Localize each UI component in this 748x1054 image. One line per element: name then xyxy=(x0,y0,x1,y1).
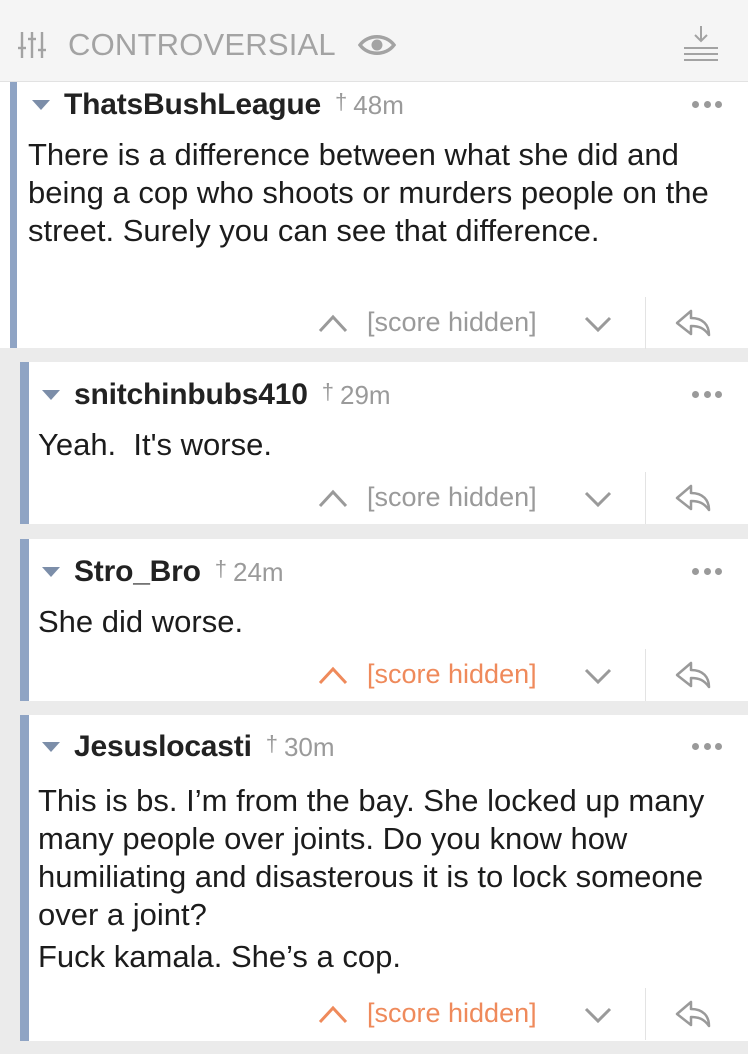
comment: snitchinbubs410 † 29m Yeah. It's worse. … xyxy=(20,362,748,524)
comment: Stro_Bro † 24m She did worse. [score hid… xyxy=(20,539,748,701)
edited-mark: † xyxy=(321,379,334,404)
username[interactable]: Stro_Bro xyxy=(74,555,201,589)
comment-age: 30m xyxy=(283,731,335,762)
comment-paragraph: Yeah. It's worse. xyxy=(38,427,272,462)
score-label: [score hidden] xyxy=(367,482,537,512)
reply-icon[interactable] xyxy=(673,307,713,339)
downvote-icon[interactable] xyxy=(583,313,613,335)
more-options-icon[interactable] xyxy=(692,101,722,109)
comment-age: 29m xyxy=(339,379,391,410)
comment-header[interactable]: snitchinbubs410 † 29m xyxy=(42,375,391,415)
downvote-icon[interactable] xyxy=(583,1004,613,1026)
comment-header[interactable]: ThatsBushLeague † 48m xyxy=(32,85,404,125)
downvote-icon[interactable] xyxy=(583,488,613,510)
downvote-icon[interactable] xyxy=(583,665,613,687)
username[interactable]: Jesuslocasti xyxy=(74,730,252,764)
upvote-icon[interactable] xyxy=(316,663,350,687)
collapse-caret-icon[interactable] xyxy=(42,567,60,577)
sort-header: CONTROVERSIAL xyxy=(0,0,748,82)
action-divider xyxy=(645,649,646,701)
comment-paragraph: Fuck kamala. She’s a cop. xyxy=(38,939,401,974)
collapse-caret-icon[interactable] xyxy=(32,100,50,110)
comment-body: She did worse. xyxy=(38,603,728,641)
upvote-icon[interactable] xyxy=(316,1002,350,1026)
comment-actions: [score hidden] xyxy=(0,649,748,701)
score-label: [score hidden] xyxy=(367,998,537,1028)
action-divider xyxy=(645,472,646,524)
eye-icon[interactable] xyxy=(358,33,396,57)
comment-age: 48m xyxy=(353,89,404,120)
reply-icon[interactable] xyxy=(673,482,713,514)
action-divider xyxy=(645,988,646,1040)
download-icon[interactable] xyxy=(684,26,718,62)
comment-actions: [score hidden] xyxy=(0,472,748,524)
score-label: [score hidden] xyxy=(367,307,537,337)
username[interactable]: snitchinbubs410 xyxy=(74,378,308,412)
edited-mark: † xyxy=(265,731,278,756)
reply-icon[interactable] xyxy=(673,998,713,1030)
comment-age: 24m xyxy=(233,556,284,587)
comment-header[interactable]: Jesuslocasti † 30m xyxy=(42,727,335,767)
edited-mark: † xyxy=(214,556,227,581)
username[interactable]: ThatsBushLeague xyxy=(64,88,321,122)
action-divider xyxy=(645,297,646,349)
comment-body: There is a difference between what she d… xyxy=(28,136,728,250)
edited-mark: † xyxy=(335,89,348,114)
more-options-icon[interactable] xyxy=(692,743,722,751)
reply-icon[interactable] xyxy=(673,659,713,691)
sliders-icon[interactable] xyxy=(18,30,46,60)
comment-actions: [score hidden] xyxy=(0,988,748,1040)
upvote-icon[interactable] xyxy=(316,311,350,335)
score-label: [score hidden] xyxy=(367,659,537,689)
comment: Jesuslocasti † 30m This is bs. I’m from … xyxy=(20,715,748,1041)
comment: ThatsBushLeague † 48m There is a differe… xyxy=(0,82,748,349)
collapse-caret-icon[interactable] xyxy=(42,390,60,400)
collapse-caret-icon[interactable] xyxy=(42,742,60,752)
more-options-icon[interactable] xyxy=(692,391,722,399)
comment-paragraph: She did worse. xyxy=(38,604,244,639)
comment-paragraph: This is bs. I’m from the bay. She locked… xyxy=(38,783,705,932)
comment-header[interactable]: Stro_Bro † 24m xyxy=(42,552,284,592)
upvote-icon[interactable] xyxy=(316,486,350,510)
comment-body: This is bs. I’m from the bay. She locked… xyxy=(38,782,728,976)
comment-body: Yeah. It's worse. xyxy=(38,426,728,464)
comment-actions: [score hidden] xyxy=(0,297,748,349)
sort-label[interactable]: CONTROVERSIAL xyxy=(68,27,336,63)
comment-paragraph: There is a difference between what she d… xyxy=(28,137,709,248)
more-options-icon[interactable] xyxy=(692,568,722,576)
